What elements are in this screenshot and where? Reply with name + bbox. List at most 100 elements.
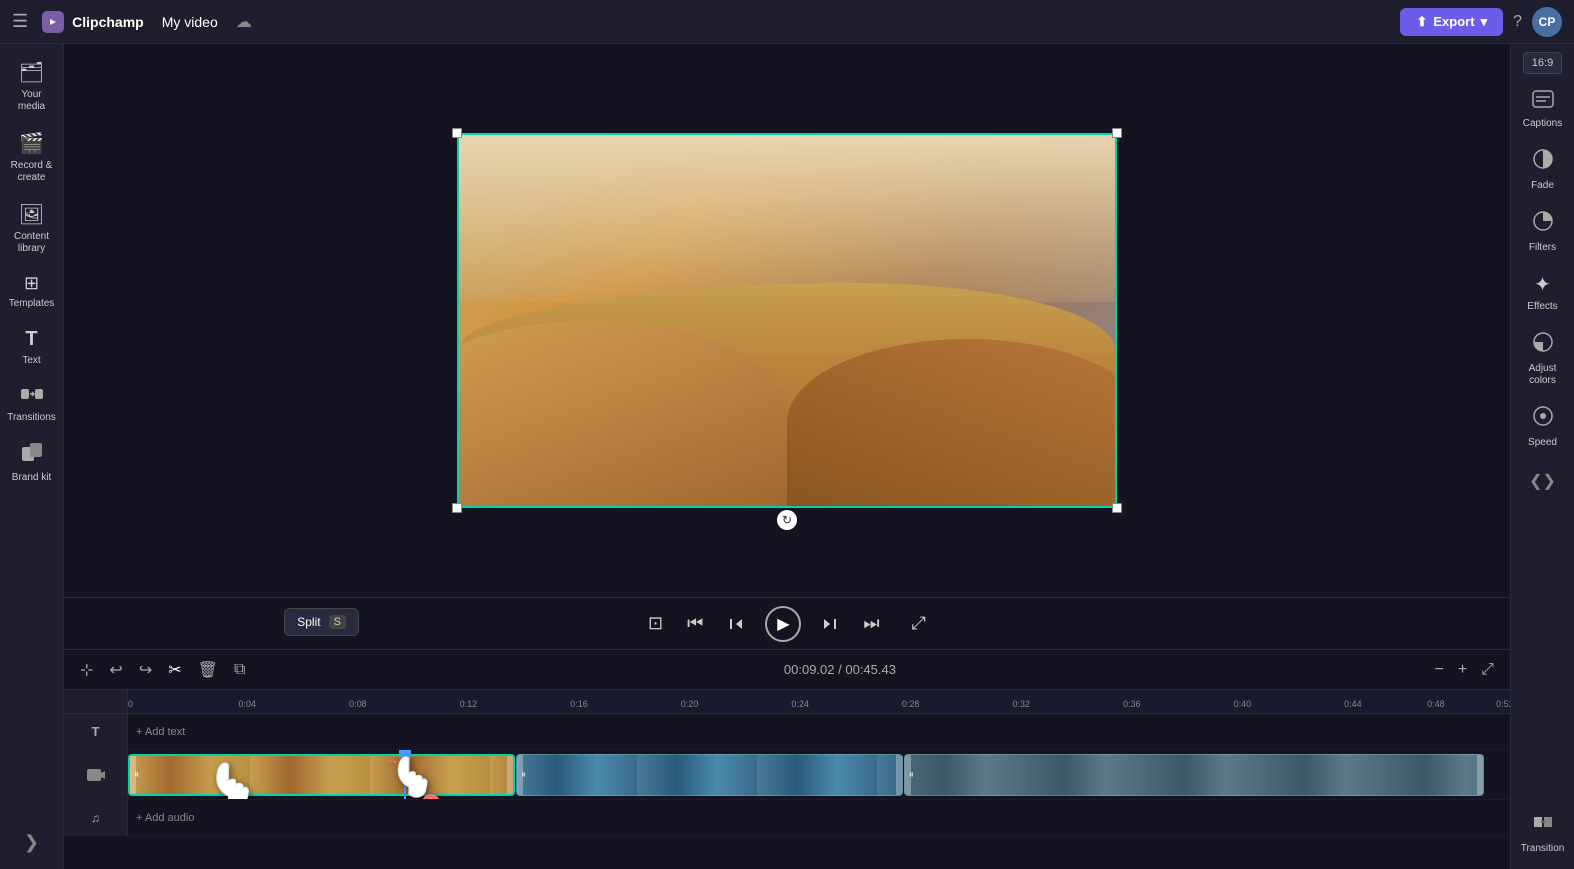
topbar: ☰ Clipchamp My video ☁ ⬆ Export ▾ ? CP: [0, 0, 1574, 44]
sidebar-item-brand-kit[interactable]: Brand kit: [4, 434, 60, 490]
resize-handle-bottom-left[interactable]: [452, 503, 462, 513]
video-track-label: [64, 750, 128, 799]
sidebar-item-templates[interactable]: ⊞ Templates: [4, 265, 60, 316]
sidebar-item-text[interactable]: T Text: [4, 320, 60, 373]
resize-handle-bottom-right[interactable]: [1112, 503, 1122, 513]
text-icon: T: [25, 328, 37, 351]
delete-button[interactable]: 🗑: [194, 656, 222, 684]
video-frame[interactable]: [457, 133, 1117, 508]
record-create-icon: 🎬: [19, 131, 44, 156]
timeline-content: 0 0:04 0:08 0:12 0:16 0:20 0:24 0:28 0:3…: [64, 690, 1510, 869]
sidebar-item-label: Record &create: [11, 160, 53, 184]
sidebar-item-label: Your media: [8, 89, 56, 113]
captions-icon: [1532, 90, 1554, 114]
resize-handle-top-left[interactable]: [452, 128, 462, 138]
sidebar-item-label: Transitions: [7, 412, 56, 424]
sidebar-item-label: Text: [22, 355, 40, 367]
video-container: ↻: [457, 133, 1117, 508]
split-button[interactable]: ✂ Split S: [164, 656, 185, 684]
sidebar-item-transitions[interactable]: Transitions: [4, 377, 60, 430]
video-clips-area: ⏸ ⏸: [128, 750, 1510, 799]
hamburger-menu-icon[interactable]: ☰: [12, 11, 28, 32]
clip-start-handle[interactable]: [130, 756, 136, 794]
sidebar-item-label: Transition: [1521, 843, 1565, 855]
fade-icon: [1532, 148, 1554, 176]
zoom-out-button[interactable]: −: [1430, 657, 1447, 683]
zoom-in-button[interactable]: +: [1454, 657, 1471, 683]
sidebar-item-content-library[interactable]: 🖼 Contentlibrary: [4, 194, 60, 261]
sidebar-item-label: Filters: [1529, 242, 1556, 254]
play-pause-button[interactable]: ▶: [765, 606, 801, 642]
sidebar-item-label: Speed: [1528, 437, 1557, 449]
audio-track-content[interactable]: + Add audio: [128, 800, 1510, 835]
filters-icon: [1532, 210, 1554, 238]
sidebar-item-label: Brand kit: [12, 472, 51, 484]
left-sidebar: 🗂 Your media 🎬 Record &create 🖼 Contentl…: [0, 44, 64, 869]
sky-layer: [459, 135, 1115, 302]
center-area: ↻ ⊡ ⏮ ▶ ⏭ ⤢ ⊹ ↩: [64, 44, 1510, 869]
preview-area: ↻: [64, 44, 1510, 597]
sidebar-item-fade[interactable]: Fade: [1515, 140, 1571, 198]
export-arrow-icon: ⬆: [1416, 14, 1427, 30]
clip-start-handle[interactable]: [517, 755, 523, 795]
sidebar-item-your-media[interactable]: 🗂 Your media: [4, 52, 60, 119]
sidebar-item-label: Captions: [1523, 118, 1562, 130]
rotate-handle[interactable]: ↻: [777, 510, 797, 530]
timeline-ruler: 0 0:04 0:08 0:12 0:16 0:20 0:24 0:28 0:3…: [128, 690, 1510, 714]
clip-start-handle[interactable]: [905, 755, 911, 795]
text-track-content[interactable]: + Add text: [128, 714, 1510, 749]
clip-end-handle[interactable]: [896, 755, 902, 795]
duplicate-button[interactable]: ⧉: [230, 657, 249, 683]
video-track-row: ⏸ ⏸: [64, 750, 1510, 800]
audio-track-label: ♫: [64, 800, 128, 835]
brand-kit-icon: [21, 442, 43, 468]
sidebar-item-label: Fade: [1531, 180, 1554, 192]
video-clip-2[interactable]: ⏸: [516, 754, 903, 796]
sidebar-item-record-create[interactable]: 🎬 Record &create: [4, 123, 60, 190]
undo-button[interactable]: ↩: [105, 656, 126, 684]
help-icon[interactable]: ?: [1513, 13, 1522, 31]
export-button[interactable]: ⬆ Export ▾: [1400, 8, 1503, 36]
redo-button[interactable]: ↪: [135, 656, 156, 684]
your-media-icon: 🗂: [19, 60, 44, 85]
sidebar-item-label: Adjustcolors: [1529, 363, 1557, 387]
sidebar-item-speed[interactable]: Speed: [1515, 397, 1571, 455]
add-audio-button[interactable]: + Add audio: [136, 812, 194, 824]
main-layout: 🗂 Your media 🎬 Record &create 🖼 Contentl…: [0, 44, 1574, 869]
sidebar-item-label: Templates: [9, 298, 55, 310]
text-track-row: T + Add text: [64, 714, 1510, 750]
split-tooltip: Split S: [284, 608, 359, 636]
topbar-right: ⬆ Export ▾ ? CP: [1400, 7, 1562, 37]
cloud-sync-icon: ☁: [236, 12, 252, 32]
adjust-colors-icon: [1532, 331, 1554, 359]
right-sidebar-collapse-button[interactable]: ❮❯: [1521, 463, 1564, 499]
skip-forward-button[interactable]: ⏭: [859, 609, 883, 638]
add-text-button[interactable]: + Add text: [136, 726, 185, 738]
avatar[interactable]: CP: [1532, 7, 1562, 37]
sidebar-item-transition[interactable]: Transition: [1515, 803, 1571, 861]
forward-button[interactable]: [817, 611, 843, 637]
sidebar-item-effects[interactable]: ✦ Effects: [1515, 264, 1571, 319]
sidebar-item-captions[interactable]: Captions: [1515, 82, 1571, 136]
sidebar-collapse-button[interactable]: ❯: [16, 824, 47, 861]
transform-tool-button[interactable]: ⊹: [76, 656, 97, 684]
templates-icon: ⊞: [24, 273, 39, 294]
clip-end-handle[interactable]: [1477, 755, 1483, 795]
project-name-input[interactable]: My video: [154, 10, 226, 34]
resize-handle-top-right[interactable]: [1112, 128, 1122, 138]
skip-back-button[interactable]: ⏮: [683, 609, 707, 638]
timeline-toolbar: ⊹ ↩ ↪ ✂ Split S 🗑 ⧉ 00:09.02 / 00:45.43: [64, 650, 1510, 690]
timeline-time: 00:09.02 / 00:45.43: [784, 662, 896, 677]
fullscreen-button[interactable]: ⤢: [908, 609, 930, 638]
fit-to-screen-button[interactable]: ⤢: [1477, 657, 1498, 683]
clip-end-handle[interactable]: [507, 756, 513, 794]
sidebar-item-adjust-colors[interactable]: Adjustcolors: [1515, 323, 1571, 393]
sidebar-item-label: Effects: [1527, 301, 1557, 313]
caption-toggle-button[interactable]: ⊡: [644, 609, 667, 638]
video-background: [459, 135, 1115, 506]
rewind-button[interactable]: [723, 611, 749, 637]
aspect-ratio-button[interactable]: 16:9: [1523, 52, 1562, 74]
video-clip-3[interactable]: ⏸: [904, 754, 1484, 796]
sidebar-item-filters[interactable]: Filters: [1515, 202, 1571, 260]
video-clip-1[interactable]: ⏸: [128, 754, 515, 796]
